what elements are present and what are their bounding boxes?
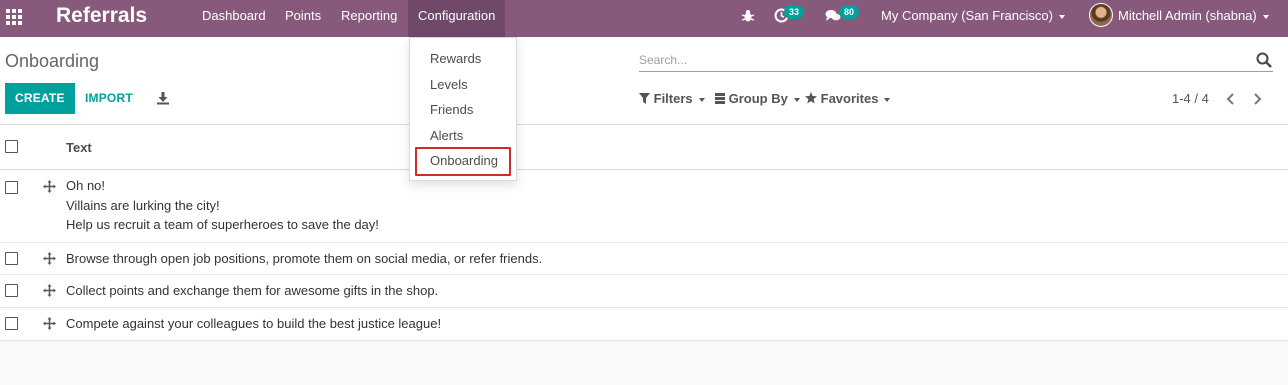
table-row[interactable]: Browse through open job positions, promo… <box>0 243 1288 275</box>
move-icon[interactable] <box>43 317 56 330</box>
onboarding-list: Text Oh no! Villains are lurking the cit… <box>0 125 1288 341</box>
row-text-cell: Compete against your colleagues to build… <box>66 316 442 331</box>
move-icon[interactable] <box>43 180 56 193</box>
user-name: Mitchell Admin (shabna) <box>1118 8 1257 23</box>
filter-icon <box>639 93 650 104</box>
filters-label: Filters <box>653 91 693 106</box>
text-line: Oh no! <box>66 178 106 193</box>
list-header: Text <box>0 125 1288 170</box>
search-bar <box>639 49 1273 72</box>
company-switcher[interactable]: My Company (San Francisco) <box>881 0 1065 37</box>
text-line: Help us recruit a team of superheroes to… <box>66 217 379 232</box>
search-input[interactable] <box>639 49 1229 71</box>
table-row[interactable]: Oh no! Villains are lurking the city! He… <box>0 170 1288 243</box>
text-line: Villains are lurking the city! <box>66 197 220 213</box>
activity-count-badge: 33 <box>784 5 805 19</box>
move-icon[interactable] <box>43 252 56 265</box>
filters-button[interactable]: Filters <box>639 90 705 108</box>
dropdown-item-levels[interactable]: Levels <box>430 77 468 93</box>
breadcrumb: Onboarding <box>5 51 100 71</box>
messages-count-badge: 80 <box>839 5 860 19</box>
row-checkbox[interactable] <box>5 284 18 297</box>
menu-configuration[interactable]: Configuration <box>408 0 506 37</box>
row-checkbox[interactable] <box>5 181 18 194</box>
top-navbar: Referrals Dashboard Points Reporting Con… <box>0 0 1288 37</box>
user-menu[interactable]: Mitchell Admin (shabna) <box>1118 0 1269 37</box>
group-by-icon <box>715 93 725 104</box>
dropdown-item-rewards[interactable]: Rewards <box>430 51 481 67</box>
select-all-checkbox[interactable] <box>5 140 18 153</box>
chevron-down-icon <box>698 97 705 102</box>
group-by-button[interactable]: Group By <box>715 90 800 108</box>
dropdown-item-friends[interactable]: Friends <box>430 102 473 118</box>
chevron-left-icon[interactable] <box>1224 90 1238 108</box>
search-icon[interactable] <box>1256 52 1272 68</box>
column-header-text[interactable]: Text <box>66 140 92 155</box>
row-checkbox[interactable] <box>5 317 18 330</box>
app-brand[interactable]: Referrals <box>56 4 147 28</box>
table-row[interactable]: Collect points and exchange them for awe… <box>0 275 1288 308</box>
star-icon <box>805 92 817 104</box>
chevron-down-icon <box>884 97 891 102</box>
menu-dashboard[interactable]: Dashboard <box>192 0 276 37</box>
menu-points[interactable]: Points <box>275 0 331 37</box>
chevron-right-icon[interactable] <box>1250 90 1264 108</box>
pager-value[interactable]: 1-4 / 4 <box>1172 90 1209 108</box>
row-text-cell: Browse through open job positions, promo… <box>66 251 543 266</box>
favorites-label: Favorites <box>820 91 879 106</box>
user-avatar[interactable] <box>1089 3 1113 27</box>
row-text-cell: Oh no! Villains are lurking the city! He… <box>66 176 379 235</box>
row-text-cell: Collect points and exchange them for awe… <box>66 283 439 298</box>
row-checkbox[interactable] <box>5 252 18 265</box>
chevron-down-icon <box>1262 14 1269 19</box>
import-button[interactable]: IMPORT <box>85 83 133 114</box>
create-button[interactable]: CREATE <box>5 83 75 114</box>
download-icon[interactable] <box>156 91 170 105</box>
dropdown-item-alerts[interactable]: Alerts <box>430 128 463 144</box>
apps-grid-icon[interactable] <box>6 9 22 25</box>
favorites-button[interactable]: Favorites <box>805 90 891 108</box>
dropdown-item-onboarding[interactable]: Onboarding <box>430 153 498 169</box>
group-by-label: Group By <box>728 91 788 106</box>
configuration-dropdown: Rewards Levels Friends Alerts Onboarding <box>409 37 517 181</box>
table-row[interactable]: Compete against your colleagues to build… <box>0 308 1288 341</box>
menu-reporting[interactable]: Reporting <box>331 0 407 37</box>
chevron-down-icon <box>1058 14 1065 19</box>
company-name: My Company (San Francisco) <box>881 8 1053 23</box>
move-icon[interactable] <box>43 284 56 297</box>
bug-icon[interactable] <box>741 9 755 23</box>
control-panel: Onboarding CREATE IMPORT Filters Group B… <box>0 37 1288 125</box>
chevron-down-icon <box>793 97 800 102</box>
